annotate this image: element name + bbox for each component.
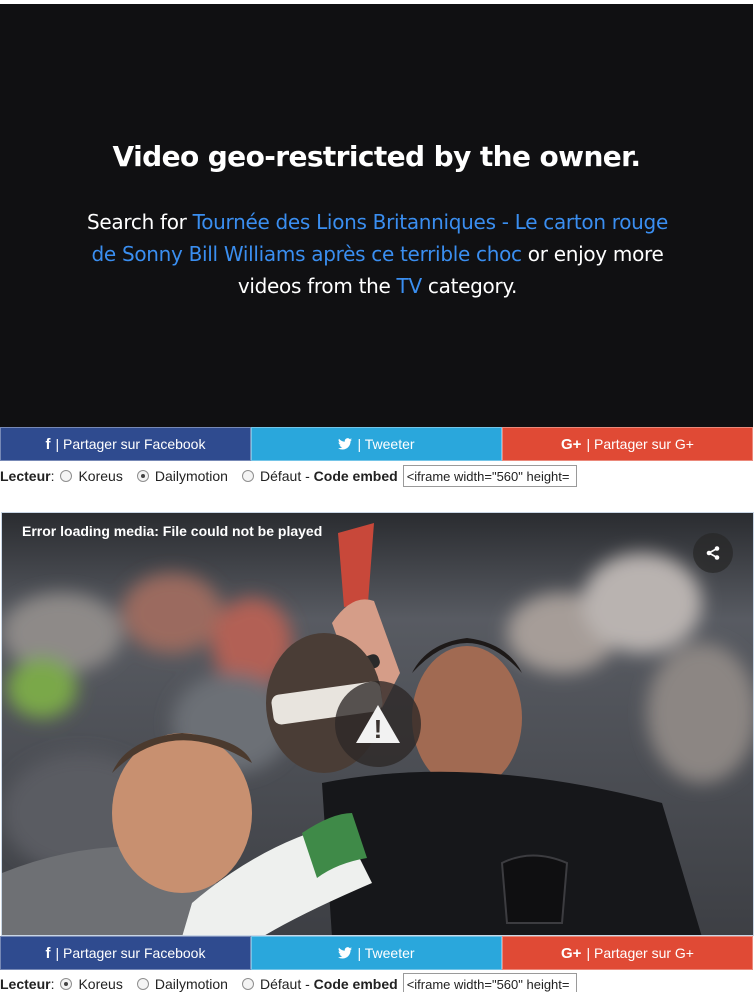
embed-label: Code embed [313, 468, 398, 484]
geo-restricted-video: Video geo-restricted by the owner. Searc… [0, 4, 753, 427]
option-koreus: Koreus [78, 976, 123, 992]
google-plus-icon: G+ [561, 944, 582, 962]
embed-dash: - [301, 468, 314, 484]
embed-code-input[interactable] [402, 465, 577, 487]
player-selector-top: Lecteur : Koreus Dailymotion Défaut - Co… [0, 464, 756, 488]
tweet-button[interactable]: | Tweeter [251, 936, 502, 970]
player-label-sep: : [50, 976, 55, 992]
embed-code-input[interactable] [402, 973, 577, 992]
radio-dailymotion[interactable] [136, 470, 149, 482]
page: Video geo-restricted by the owner. Searc… [0, 0, 756, 992]
warning-icon: ! [335, 681, 421, 767]
option-dailymotion: Dailymotion [154, 976, 228, 992]
facebook-icon: f [45, 435, 51, 453]
share-bar-bottom: f | Partager sur Facebook | Tweeter G+ |… [0, 936, 753, 970]
player-label: Lecteur [0, 468, 51, 484]
share-facebook-label: | Partager sur Facebook [55, 436, 206, 452]
twitter-icon [338, 947, 353, 959]
warning-glyph: ! [374, 714, 383, 744]
radio-koreus[interactable] [60, 978, 73, 990]
player-selector-bottom: Lecteur : Koreus Dailymotion Défaut - Co… [0, 972, 756, 992]
category-link[interactable]: TV [397, 274, 423, 298]
media-player[interactable]: Error loading media: File could not be p… [1, 512, 754, 936]
share-bar-top: f | Partager sur Facebook | Tweeter G+ |… [0, 427, 753, 461]
share-google-label: | Partager sur G+ [586, 436, 694, 452]
radio-koreus[interactable] [60, 470, 73, 482]
option-defaut: Défaut [259, 976, 302, 992]
google-plus-icon: G+ [561, 435, 582, 453]
embed-dash: - [301, 976, 314, 992]
geo-text-suffix: category. [421, 274, 518, 298]
share-google-label: | Partager sur G+ [586, 945, 694, 961]
option-koreus: Koreus [78, 468, 123, 484]
error-message: Error loading media: File could not be p… [22, 523, 323, 539]
player-label: Lecteur [0, 976, 51, 992]
share-facebook-label: | Partager sur Facebook [55, 945, 206, 961]
share-google-button[interactable]: G+ | Partager sur G+ [502, 427, 753, 461]
geo-text-prefix: Search for [87, 210, 193, 234]
geo-message: Search for Tournée des Lions Britannique… [85, 206, 670, 302]
geo-title: Video geo-restricted by the owner. [112, 140, 641, 173]
embed-label: Code embed [313, 976, 398, 992]
facebook-icon: f [45, 944, 51, 962]
radio-defaut[interactable] [241, 978, 254, 990]
radio-defaut[interactable] [241, 470, 254, 482]
radio-dailymotion[interactable] [136, 978, 149, 990]
share-facebook-button[interactable]: f | Partager sur Facebook [0, 936, 251, 970]
option-dailymotion: Dailymotion [154, 468, 228, 484]
twitter-icon [338, 438, 353, 450]
tweet-label: | Tweeter [357, 945, 415, 961]
player-label-sep: : [50, 468, 55, 484]
share-icon[interactable] [693, 533, 733, 573]
share-facebook-button[interactable]: f | Partager sur Facebook [0, 427, 251, 461]
option-defaut: Défaut [259, 468, 302, 484]
tweet-label: | Tweeter [357, 436, 415, 452]
tweet-button[interactable]: | Tweeter [251, 427, 502, 461]
share-google-button[interactable]: G+ | Partager sur G+ [502, 936, 753, 970]
